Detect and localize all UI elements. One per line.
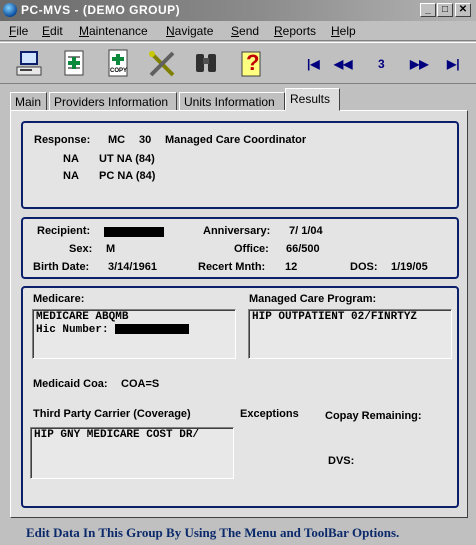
response-number: 30: [139, 134, 152, 146]
medicaid-coa-label: Medicaid Coa:: [33, 378, 108, 390]
copy-icon: [108, 49, 128, 77]
help-glyph: ?: [246, 50, 260, 75]
response-group: Response: MC 30 Managed Care Coordinator…: [21, 121, 459, 209]
maximize-button[interactable]: □: [437, 3, 453, 17]
recipient-name-redacted: [104, 227, 164, 237]
sex-label: Sex:: [69, 243, 93, 255]
dvs-label: DVS:: [328, 455, 355, 467]
menu-file[interactable]: File: [9, 24, 28, 38]
medicaid-coa-value: COA=S: [121, 378, 160, 390]
binoculars-icon[interactable]: [190, 48, 222, 80]
hic-number-row: Hic Number:: [36, 324, 232, 337]
first-record-button[interactable]: |◀: [307, 57, 320, 71]
third-party-carrier-value: HIP GNY MEDICARE COST DR/: [34, 429, 200, 441]
hic-number-label: Hic Number:: [36, 324, 109, 336]
help-button[interactable]: ?: [236, 48, 268, 80]
sex-value: M: [106, 243, 116, 255]
results-page: Response: MC 30 Managed Care Coordinator…: [10, 110, 468, 518]
office-value: 66/500: [286, 243, 320, 255]
recert-month-value: 12: [285, 261, 298, 273]
birth-date-label: Birth Date:: [33, 261, 90, 273]
response-line-1-detail: UT NA (84): [99, 153, 155, 165]
computer-icon[interactable]: [14, 48, 46, 80]
dos-value: 1/19/05: [391, 261, 428, 273]
menu-maintenance[interactable]: Maintenance: [79, 24, 148, 38]
menu-bar: File Edit Maintenance Navigate Send Repo…: [0, 21, 476, 41]
next-record-button[interactable]: ▶▶: [410, 57, 428, 71]
status-message: Edit Data In This Group By Using The Men…: [26, 525, 400, 540]
birth-date-value: 3/14/1961: [108, 261, 157, 273]
medicare-value: MEDICARE ABQMB: [36, 311, 129, 323]
tab-providers-information[interactable]: Providers Information: [49, 92, 177, 111]
menu-help[interactable]: Help: [331, 24, 356, 38]
tab-units-information[interactable]: Units Information: [179, 92, 285, 111]
office-label: Office:: [234, 243, 269, 255]
menu-reports[interactable]: Reports: [274, 24, 316, 38]
status-bar: Edit Data In This Group By Using The Men…: [0, 520, 476, 545]
toolbar: COPY ? |◀ ◀◀ 3 ▶▶ ▶|: [0, 42, 476, 84]
response-code: MC: [108, 134, 126, 146]
title-bar: PC-MVS - (DEMO GROUP) _ □ ✕: [0, 0, 476, 21]
menu-navigate[interactable]: Navigate: [166, 24, 213, 38]
close-button[interactable]: ✕: [455, 3, 471, 17]
recert-month-label: Recert Mnth:: [198, 261, 266, 273]
hic-number-redacted: [115, 324, 190, 335]
coverage-group: Medicare: MEDICARE ABQMB Hic Number: Man…: [21, 286, 459, 508]
medicare-box[interactable]: MEDICARE ABQMB Hic Number:: [32, 309, 236, 359]
tools-icon[interactable]: [146, 48, 178, 80]
managed-care-program-box[interactable]: HIP OUTPATIENT 02/FINRTYZ: [248, 309, 452, 359]
minimize-button[interactable]: _: [420, 3, 436, 17]
response-line-1-status: NA: [63, 153, 79, 165]
previous-record-button[interactable]: ◀◀: [334, 57, 352, 71]
response-line-2-status: NA: [63, 170, 79, 182]
copy-label: COPY: [110, 68, 128, 74]
record-number: 3: [378, 57, 385, 71]
app-globe-icon: [3, 3, 17, 17]
managed-care-program-label: Managed Care Program:: [249, 293, 377, 305]
dos-label: DOS:: [350, 261, 378, 273]
response-label: Response:: [34, 134, 91, 146]
menu-send[interactable]: Send: [231, 24, 259, 38]
window-title: PC-MVS - (DEMO GROUP): [21, 3, 181, 17]
add-record-icon[interactable]: [58, 48, 90, 80]
anniversary-label: Anniversary:: [203, 225, 271, 237]
response-description: Managed Care Coordinator: [165, 134, 307, 146]
recipient-label: Recipient:: [37, 225, 91, 237]
recipient-group: Recipient: Anniversary: 7/ 1/04 Sex: M O…: [21, 217, 459, 279]
managed-care-program-value: HIP OUTPATIENT 02/FINRTYZ: [252, 311, 418, 323]
third-party-carrier-label: Third Party Carrier (Coverage): [33, 408, 191, 420]
copy-record-button[interactable]: COPY: [102, 48, 134, 80]
copay-remaining-label: Copay Remaining:: [325, 410, 422, 422]
exceptions-label: Exceptions: [240, 408, 299, 420]
medicare-label: Medicare:: [33, 293, 85, 305]
menu-edit[interactable]: Edit: [42, 24, 63, 38]
third-party-carrier-box[interactable]: HIP GNY MEDICARE COST DR/: [30, 427, 234, 479]
anniversary-value: 7/ 1/04: [289, 225, 323, 237]
last-record-button[interactable]: ▶|: [447, 57, 460, 71]
response-line-2-detail: PC NA (84): [99, 170, 156, 182]
tab-main[interactable]: Main: [10, 92, 47, 111]
tab-results[interactable]: Results: [285, 88, 340, 111]
